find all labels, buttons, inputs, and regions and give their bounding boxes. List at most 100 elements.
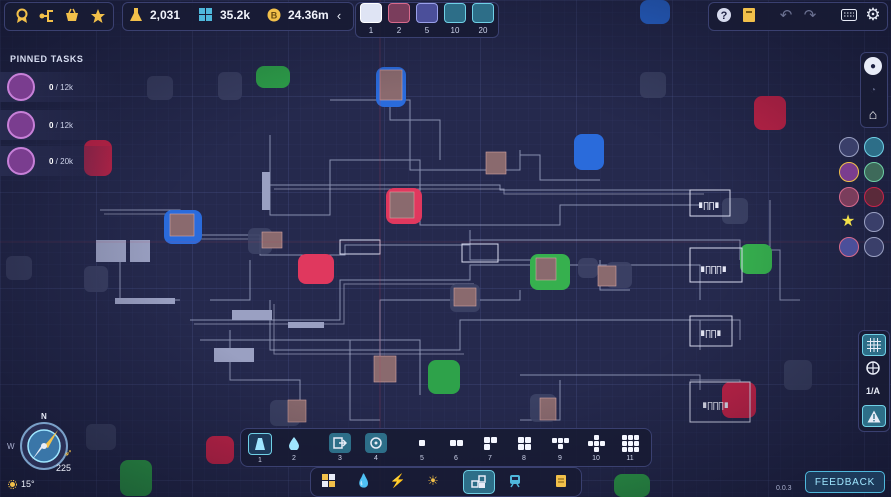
shapes-icon [198,7,214,23]
shape-4-icon [513,433,535,453]
shape-5-icon [549,433,571,453]
build-slot-6[interactable]: 6 [442,433,470,462]
shape-goal-icon[interactable] [839,237,859,257]
category-energy-icon[interactable]: ⚡ [386,470,410,492]
build-slot-9[interactable]: 9 [546,433,574,462]
speed-option-2[interactable]: 2 [386,3,412,35]
undo-icon[interactable]: ↶ [775,4,797,26]
shapes-counter: 35.2k [198,4,250,26]
build-slot-5[interactable]: 5 [408,433,436,462]
svg-text:∎∏∏∎: ∎∏∏∎ [700,329,722,339]
shape-goal-icon [7,73,35,101]
category-shapes-icon[interactable] [317,470,341,492]
warning-icon[interactable] [862,405,886,427]
pinned-task[interactable]: 0 / 20k [0,146,120,176]
factory-map[interactable]: ∎∏∏∎ ∎∏∏∏∎ ∎∏∏∎ ∎∏∏∏∎ [0,0,891,497]
task-target: 12k [60,82,74,92]
milestones-icon[interactable] [11,5,33,27]
help-icon[interactable]: ? [713,4,735,26]
achievements-icon[interactable] [87,5,109,27]
shape-goal-icon [7,147,35,175]
currency-counter: B 24.36m [266,4,329,26]
category-weather-icon[interactable]: ☀ [421,470,445,492]
keyboard-icon[interactable] [838,4,860,26]
build-slot-extractor[interactable]: 1 [246,433,274,464]
task-progress: 0 [49,82,54,92]
shape-2-icon [445,433,467,453]
task-progress: 0 [49,120,54,130]
svg-text:∎∏∏∏∎: ∎∏∏∏∎ [702,401,729,411]
shape-goal-icon[interactable] [839,187,859,207]
shape-1-icon [411,433,433,453]
build-slot-sender[interactable]: 3 [326,433,354,462]
star-goal-icon[interactable]: ★ [839,212,857,230]
shape-6-icon [585,433,607,453]
compass-north-label: N [41,412,47,421]
collapse-chevron-icon[interactable]: ‹ [332,6,346,24]
build-slot-receiver[interactable]: 4 [362,433,390,462]
shape-7-icon [619,433,641,453]
category-bar [310,467,582,497]
layer-globe-icon[interactable] [864,359,882,377]
speed-option-5[interactable]: 5 [414,3,440,35]
category-notes-icon[interactable] [549,470,573,492]
pinned-task[interactable]: 0 / 12k [0,110,120,140]
shapes-value: 35.2k [220,8,251,22]
build-slot-10[interactable]: 10 [582,433,610,462]
layer-label: 1/A [865,386,880,396]
research-points-counter: 2,031 [128,4,180,26]
category-blueprint-icon[interactable] [463,470,495,494]
top-right-toolbar [708,2,888,31]
speed-option-20[interactable]: 20 [470,3,496,35]
shape-3-icon [479,433,501,453]
research-icon[interactable] [36,5,58,27]
speed-option-10[interactable]: 10 [442,3,468,35]
history-icon[interactable]: ◔ [864,81,882,99]
pump-icon [283,433,305,453]
coin-boost-icon[interactable]: ● [864,57,882,75]
build-slot-7[interactable]: 7 [476,433,504,462]
redo-icon[interactable]: ↷ [799,4,821,26]
task-progress: 0 [49,156,54,166]
shape-goal-icon[interactable] [839,162,859,182]
svg-text:?: ? [721,10,728,22]
settings-icon[interactable]: ⚙ [862,4,884,26]
extractor-icon [248,433,272,455]
grid-toggle-icon[interactable] [862,334,886,356]
flask-icon [128,7,144,23]
svg-text:∎∏∏∎: ∎∏∏∎ [698,201,720,211]
top-left-toolbar [4,2,114,31]
version-label: 0.0.3 [776,485,792,492]
compass-west-label: W [7,442,15,451]
shape-goal-icon[interactable] [864,212,884,232]
shape-goal-icon[interactable] [839,137,859,157]
shape-goal-icon[interactable] [864,162,884,182]
sender-icon [329,433,351,453]
build-slot-pump[interactable]: 2 [280,433,308,462]
sun-icon [8,479,17,489]
task-target: 20k [60,156,74,166]
rocket-icon: ➶ [64,448,73,459]
speed-option-1[interactable]: 1 [358,3,384,35]
svg-text:∎∏∏∏∎: ∎∏∏∏∎ [700,265,727,275]
build-slot-11[interactable]: 11 [616,433,644,462]
blueprint-icon[interactable] [738,4,760,26]
svg-text:B: B [271,11,278,21]
category-fluids-icon[interactable]: 💧 [352,470,376,492]
pinned-tasks-title: PINNED TASKS [10,54,84,64]
coin-icon: B [266,7,282,23]
feedback-button[interactable]: FEEDBACK [805,471,885,493]
shape-goal-icon [7,111,35,139]
pinned-task[interactable]: 0 / 12k [0,72,120,102]
compass-angle: 15° [8,479,35,489]
category-train-icon[interactable] [503,470,527,492]
compass-value: 225 [56,463,72,473]
research-points-value: 2,031 [150,8,181,22]
shape-goal-icon[interactable] [864,187,884,207]
home-icon[interactable]: ⌂ [864,105,882,123]
receiver-icon [365,433,387,453]
shape-goal-icon[interactable] [864,137,884,157]
build-slot-8[interactable]: 8 [510,433,538,462]
shop-icon[interactable] [61,5,83,27]
shape-goal-icon[interactable] [864,237,884,257]
